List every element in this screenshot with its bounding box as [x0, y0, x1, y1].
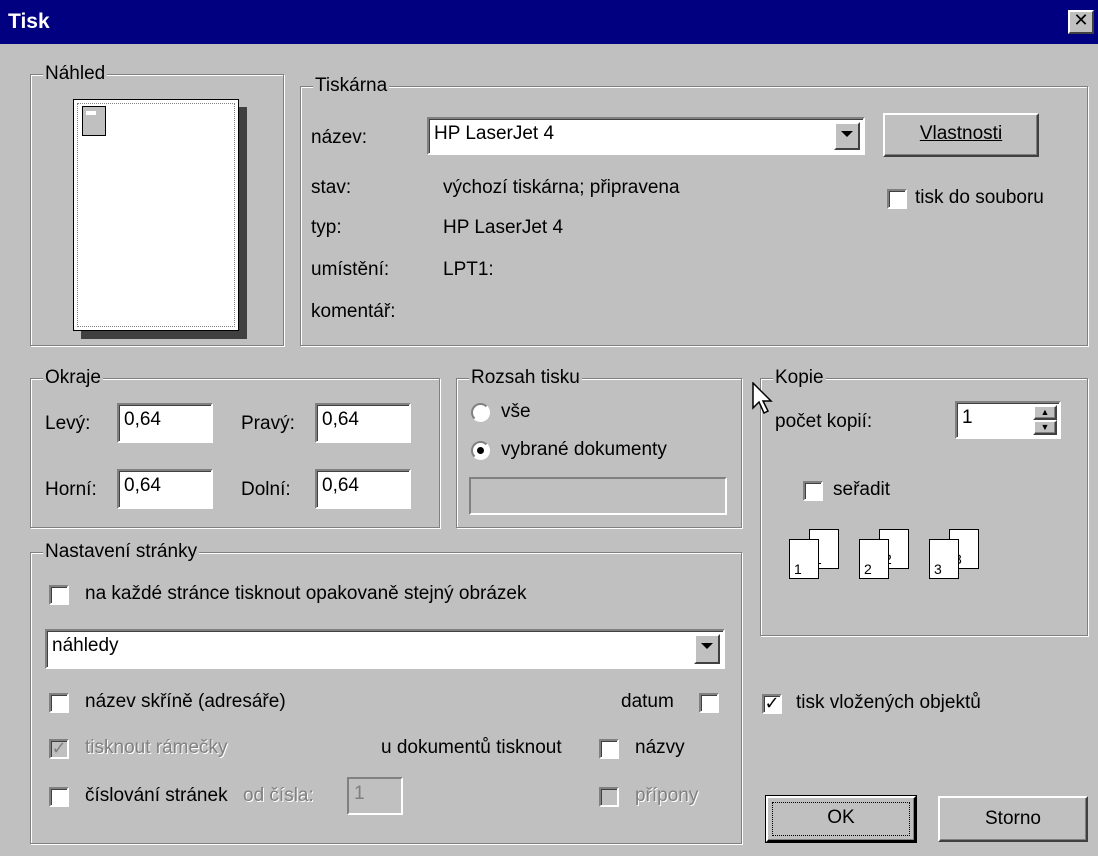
margin-bottom-value: 0,64: [322, 475, 359, 496]
page-numbering-checkbox[interactable]: [49, 787, 69, 807]
page-setup-group: Nastavení stránky na každé stránce tiskn…: [30, 541, 742, 844]
repeat-image-checkbox[interactable]: [49, 585, 69, 605]
print-to-file-label: tisk do souboru: [915, 187, 1044, 208]
from-number-value: 1: [354, 783, 365, 804]
margins-group: Okraje Levý: 0,64 Pravý: 0,64 Horní: 0,6…: [30, 367, 440, 528]
copies-count-label: počet kopií:: [775, 411, 873, 432]
page-icon-2-front: 2: [859, 539, 889, 579]
page-thumbnail: [82, 106, 106, 136]
margin-bottom-input[interactable]: 0,64: [315, 469, 411, 509]
location-value: LPT1:: [443, 259, 494, 280]
ok-button[interactable]: OK: [765, 795, 917, 843]
copies-count-input[interactable]: 1 ▲ ▼: [955, 401, 1061, 439]
chevron-down-icon[interactable]: [834, 122, 860, 150]
names-checkbox[interactable]: [599, 739, 619, 759]
title-bar: Tisk: [0, 0, 1098, 44]
from-number-label: od čísla:: [243, 785, 314, 806]
type-value: HP LaserJet 4: [443, 217, 564, 238]
extensions-checkbox: [599, 787, 619, 807]
copies-legend: Kopie: [773, 367, 826, 389]
date-label: datum: [621, 691, 674, 712]
embedded-objects-label: tisk vložených objektů: [796, 692, 981, 713]
page-preview-inner: [77, 103, 235, 327]
layout-value: náhledy: [52, 635, 119, 656]
cabinet-name-checkbox[interactable]: [49, 693, 69, 713]
margin-top-label: Horní:: [45, 479, 97, 500]
cancel-button-label: Storno: [985, 808, 1041, 829]
comment-label: komentář:: [311, 301, 396, 322]
printer-name-select[interactable]: HP LaserJet 4: [427, 117, 865, 155]
type-label: typ:: [311, 217, 342, 238]
range-all-label: vše: [501, 401, 531, 422]
margin-right-value: 0,64: [322, 409, 359, 430]
margins-legend: Okraje: [43, 367, 103, 389]
spinner-up-icon[interactable]: ▲: [1033, 405, 1057, 420]
margin-top-value: 0,64: [124, 475, 161, 496]
range-all-radio[interactable]: [471, 403, 490, 422]
frames-checkbox: ✓: [49, 739, 69, 759]
names-label: názvy: [635, 737, 685, 758]
documents-print-label: u dokumentů tisknout: [381, 737, 562, 758]
margin-left-label: Levý:: [45, 413, 91, 434]
copies-spinner[interactable]: ▲ ▼: [1033, 405, 1057, 435]
page-numbering-label: číslování stránek: [85, 785, 228, 806]
close-button[interactable]: ✕: [1068, 10, 1094, 34]
margin-left-input[interactable]: 0,64: [117, 403, 213, 443]
status-value: výchozí tiskárna; připravena: [443, 177, 680, 198]
properties-button-label: Vlastnosti: [919, 123, 1003, 144]
mouse-cursor-icon: [752, 382, 773, 415]
collate-label: seřadit: [833, 479, 891, 500]
margin-bottom-label: Dolní:: [241, 479, 291, 500]
margin-top-input[interactable]: 0,64: [117, 469, 213, 509]
range-documents-field: [469, 477, 727, 515]
layout-select[interactable]: náhledy: [45, 629, 725, 669]
embedded-objects-checkbox[interactable]: ✓: [762, 694, 782, 714]
preview-legend: Náhled: [43, 63, 108, 85]
properties-button[interactable]: Vlastnosti: [883, 113, 1039, 157]
margin-right-label: Pravý:: [241, 413, 295, 434]
print-range-legend: Rozsah tisku: [469, 367, 582, 389]
printer-name-value: HP LaserJet 4: [434, 123, 555, 144]
window-title: Tisk: [8, 10, 50, 33]
range-selected-radio[interactable]: [471, 441, 490, 460]
print-range-group: Rozsah tisku vše vybrané dokumenty: [456, 367, 742, 528]
close-icon: ✕: [1073, 10, 1089, 31]
spinner-down-icon[interactable]: ▼: [1033, 420, 1057, 435]
repeat-image-label: na každé stránce tisknout opakovaně stej…: [85, 583, 527, 604]
page-setup-legend: Nastavení stránky: [43, 541, 200, 563]
page-icon-1-front: 1: [789, 539, 819, 579]
status-label: stav:: [311, 177, 352, 198]
cancel-button[interactable]: Storno: [938, 796, 1088, 842]
margin-left-value: 0,64: [124, 409, 161, 430]
chevron-down-icon[interactable]: [694, 634, 720, 664]
margin-right-input[interactable]: 0,64: [315, 403, 411, 443]
copies-group: Kopie počet kopií: 1 ▲ ▼ seřadit 1 1 2 2…: [760, 367, 1088, 636]
location-label: umístění:: [311, 259, 390, 280]
printer-name-label: název:: [311, 127, 367, 148]
frames-label: tisknout rámečky: [85, 737, 228, 758]
page-icon-3-front: 3: [929, 539, 959, 579]
printer-legend: Tiskárna: [313, 75, 390, 97]
print-to-file-checkbox[interactable]: [887, 189, 907, 209]
printer-group: Tiskárna název: HP LaserJet 4 Vlastnosti…: [300, 75, 1088, 346]
cabinet-name-label: název skříně (adresáře): [85, 691, 286, 712]
range-selected-label: vybrané dokumenty: [501, 439, 667, 460]
date-checkbox[interactable]: [699, 693, 719, 713]
page-preview: [73, 99, 239, 331]
copies-count-value: 1: [962, 407, 973, 428]
extensions-label: přípony: [635, 785, 699, 806]
from-number-input: 1: [347, 777, 403, 815]
collate-pages-illustration: 1 1 2 2 3 3: [789, 529, 1029, 589]
collate-checkbox[interactable]: [803, 481, 823, 501]
preview-group: Náhled: [30, 63, 284, 346]
